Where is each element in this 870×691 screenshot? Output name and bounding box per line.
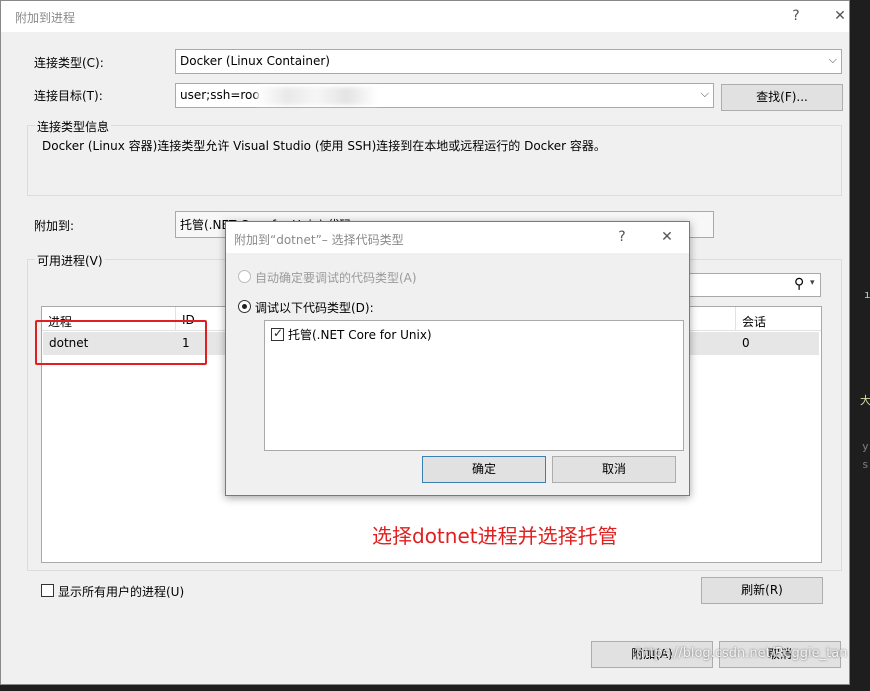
help-button[interactable]: ? <box>785 6 807 26</box>
connection-type-value: Docker (Linux Container) <box>180 54 330 68</box>
search-icon[interactable]: ⚲ <box>794 276 804 292</box>
connection-info-title: 连接类型信息 <box>35 118 112 135</box>
ok-button[interactable]: 确定 <box>422 456 546 483</box>
connection-target-value: user;ssh=roo <box>180 88 260 102</box>
editor-glyph: ı <box>864 288 870 301</box>
code-type-list[interactable]: ✓ 托管(.NET Core for Unix) <box>264 320 684 451</box>
refresh-button[interactable]: 刷新(R) <box>701 577 823 604</box>
sub-close-button[interactable]: ✕ <box>656 227 678 247</box>
show-all-users-checkbox[interactable] <box>41 584 54 597</box>
find-button[interactable]: 查找(F)... <box>721 84 843 111</box>
code-type-label: 托管(.NET Core for Unix) <box>288 328 432 342</box>
redacted-area <box>257 87 377 105</box>
editor-glyph: s <box>862 458 869 471</box>
editor-glyph: 大 <box>860 394 870 407</box>
sub-dialog-title: 附加到“dotnet”– 选择代码类型 <box>234 233 404 247</box>
editor-background: ı 大 y s <box>850 0 870 691</box>
connection-type-combo[interactable]: Docker (Linux Container) ⌵ <box>175 49 842 74</box>
available-processes-title: 可用进程(V) <box>35 252 105 269</box>
column-header-session[interactable]: 会话 <box>736 307 821 331</box>
show-all-users-label: 显示所有用户的进程(U) <box>58 585 185 599</box>
check-icon: ✓ <box>273 326 284 340</box>
attach-to-label: 附加到: <box>34 219 75 233</box>
radio-selected-dot <box>242 304 247 309</box>
debug-code-type-label: 调试以下代码类型(D): <box>255 301 374 315</box>
annotation-note: 选择dotnet进程并选择托管 <box>372 524 618 548</box>
sub-title-bar: 附加到“dotnet”– 选择代码类型 ? ✕ <box>226 222 689 253</box>
sub-cancel-button[interactable]: 取消 <box>552 456 676 483</box>
connection-info-text: Docker (Linux 容器)连接类型允许 Visual Studio (使… <box>42 139 606 153</box>
connection-target-combo[interactable]: user;ssh=roo ⌵ <box>175 83 714 108</box>
debug-code-type-radio[interactable] <box>238 300 251 313</box>
process-session-cell: 0 <box>742 336 750 350</box>
process-search-box[interactable]: ⚲ ▾ <box>689 273 821 297</box>
chevron-down-icon[interactable]: ⌵ <box>829 53 837 67</box>
select-code-type-dialog: 附加到“dotnet”– 选择代码类型 ? ✕ 自动确定要调试的代码类型(A) … <box>225 221 690 496</box>
dialog-title: 附加到进程 <box>15 11 76 25</box>
watermark: https://blog.csdn.net/Reggie_tan <box>636 646 848 661</box>
close-button[interactable]: ✕ <box>829 6 851 26</box>
auto-code-type-label: 自动确定要调试的代码类型(A) <box>255 271 417 285</box>
sub-help-button[interactable]: ? <box>611 227 633 247</box>
highlight-box <box>35 320 207 365</box>
editor-glyph: y <box>862 440 869 453</box>
connection-target-label: 连接目标(T): <box>34 89 103 103</box>
code-type-checkbox[interactable]: ✓ <box>271 326 284 341</box>
connection-info-group <box>27 125 842 196</box>
title-bar: 附加到进程 ? ✕ <box>1 1 849 32</box>
auto-code-type-radio[interactable] <box>238 270 251 283</box>
chevron-down-icon[interactable]: ⌵ <box>701 87 709 101</box>
search-dropdown-icon[interactable]: ▾ <box>810 278 815 288</box>
connection-type-label: 连接类型(C): <box>34 56 104 70</box>
